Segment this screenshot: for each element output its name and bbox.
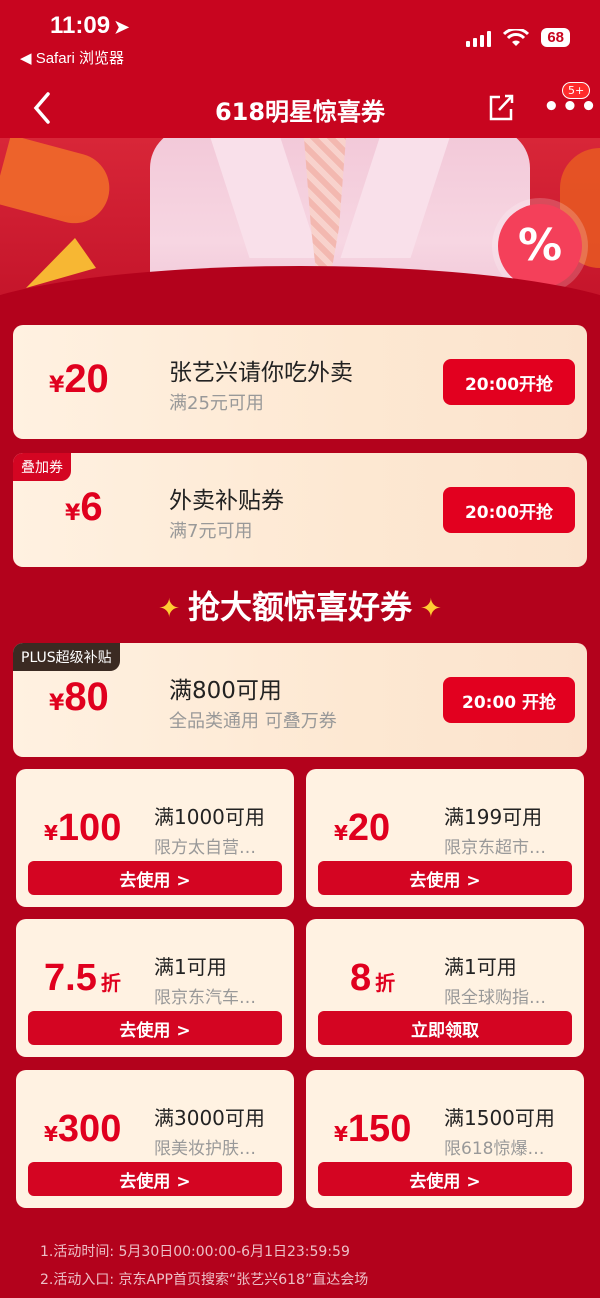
use-coupon-button[interactable]: 去使用 >	[28, 861, 282, 895]
discount-badge-icon: %	[498, 204, 582, 288]
coupon-condition: 限618惊爆…	[444, 1139, 545, 1159]
status-icons: 68	[466, 28, 570, 47]
coupon-title: 满1000可用	[154, 805, 265, 829]
coupon-condition: 限京东汽车…	[154, 988, 256, 1008]
section-heading: ✦ 抢大额惊喜好券 ✦	[158, 588, 442, 626]
coupon-title: 满1可用	[154, 955, 227, 979]
star-icon: ✦	[420, 594, 442, 624]
use-coupon-button[interactable]: 去使用 >	[28, 1162, 282, 1196]
grid-coupon-card: 7.5 折 满1可用 限京东汽车… 去使用 >	[16, 919, 294, 1057]
coupon-condition: 限全球购指…	[444, 988, 546, 1008]
coupon-card: ¥20 张艺兴请你吃外卖 满25元可用 20:00开抢	[13, 325, 587, 439]
coupon-condition: 满25元可用	[169, 393, 264, 414]
coupon-amount: ¥100	[44, 807, 122, 849]
claim-coupon-button[interactable]: 立即领取	[318, 1011, 572, 1045]
coupon-title: 外卖补贴券	[169, 488, 284, 514]
grid-coupon-card: ¥150 满1500可用 限618惊爆… 去使用 >	[306, 1070, 584, 1208]
nav-bar: 618明星惊喜券 ••• 5+	[0, 78, 600, 138]
coupon-title: 满199可用	[444, 805, 543, 829]
grid-coupon-card: ¥300 满3000可用 限美妆护肤… 去使用 >	[16, 1070, 294, 1208]
hero-banner: %	[0, 138, 600, 306]
coupon-amount: ¥20	[334, 807, 391, 849]
use-coupon-button[interactable]: 去使用 >	[318, 1162, 572, 1196]
share-icon[interactable]	[486, 92, 516, 122]
stackable-tag: 叠加券	[13, 453, 71, 481]
coupon-card: 叠加券 ¥6 外卖补贴券 满7元可用 20:00开抢	[13, 453, 587, 567]
grid-coupon-card: 8折 满1可用 限全球购指… 立即领取	[306, 919, 584, 1057]
coupon-amount: 8折	[350, 957, 396, 999]
status-time: 11:09 ➤	[50, 12, 129, 40]
decor-leaf	[0, 138, 118, 232]
coupon-grab-button[interactable]: 20:00开抢	[443, 487, 575, 533]
wifi-icon	[503, 28, 530, 46]
battery-indicator: 68	[541, 28, 570, 47]
coupon-title: 满1可用	[444, 955, 517, 979]
coupon-amount: ¥20	[49, 357, 109, 401]
coupon-grab-button[interactable]: 20:00开抢	[443, 359, 575, 405]
coupon-amount: ¥6	[65, 485, 103, 529]
status-bar: 11:09 ➤ ◀ Safari 浏览器 68	[0, 0, 600, 78]
use-coupon-button[interactable]: 去使用 >	[28, 1011, 282, 1045]
plus-tag: PLUS超级补贴	[13, 643, 120, 671]
coupon-condition: 限美妆护肤…	[154, 1139, 256, 1159]
activity-entry: 2.活动入口: 京东APP首页搜索“张艺兴618”直达会场	[40, 1272, 369, 1288]
activity-rules: 1.活动时间: 5月30日00:00:00-6月1日23:59:59 2.活动入…	[40, 1238, 368, 1294]
time-text: 11:09	[50, 12, 111, 39]
grid-coupon-card: ¥20 满199可用 限京东超市… 去使用 >	[306, 769, 584, 907]
cellular-signal-icon	[466, 29, 492, 47]
activity-time: 1.活动时间: 5月30日00:00:00-6月1日23:59:59	[40, 1244, 350, 1260]
coupon-condition: 满7元可用	[169, 521, 253, 542]
plus-coupon-card: PLUS超级补贴 ¥80 满800可用 全品类通用 可叠万券 20:00 开抢	[13, 643, 587, 757]
location-arrow-icon: ➤	[114, 17, 130, 37]
coupon-title: 满1500可用	[444, 1106, 555, 1130]
star-icon: ✦	[158, 594, 180, 624]
grid-coupon-card: ¥100 满1000可用 限方太自营… 去使用 >	[16, 769, 294, 907]
back-to-safari-link[interactable]: ◀ Safari 浏览器	[20, 47, 124, 68]
coupon-condition: 限京东超市…	[444, 838, 546, 858]
coupon-amount: ¥300	[44, 1108, 122, 1150]
coupon-title: 满3000可用	[154, 1106, 265, 1130]
coupon-title: 张艺兴请你吃外卖	[169, 360, 353, 386]
coupon-amount: 7.5 折	[44, 957, 121, 999]
use-coupon-button[interactable]: 去使用 >	[318, 861, 572, 895]
notification-badge: 5+	[562, 82, 591, 99]
coupon-condition: 限方太自营…	[154, 838, 256, 858]
coupon-title: 满800可用	[169, 678, 282, 704]
coupon-amount: ¥150	[334, 1108, 412, 1150]
coupon-condition: 全品类通用 可叠万券	[169, 711, 337, 732]
coupon-grab-button[interactable]: 20:00 开抢	[443, 677, 575, 723]
coupon-amount: ¥80	[49, 675, 109, 719]
